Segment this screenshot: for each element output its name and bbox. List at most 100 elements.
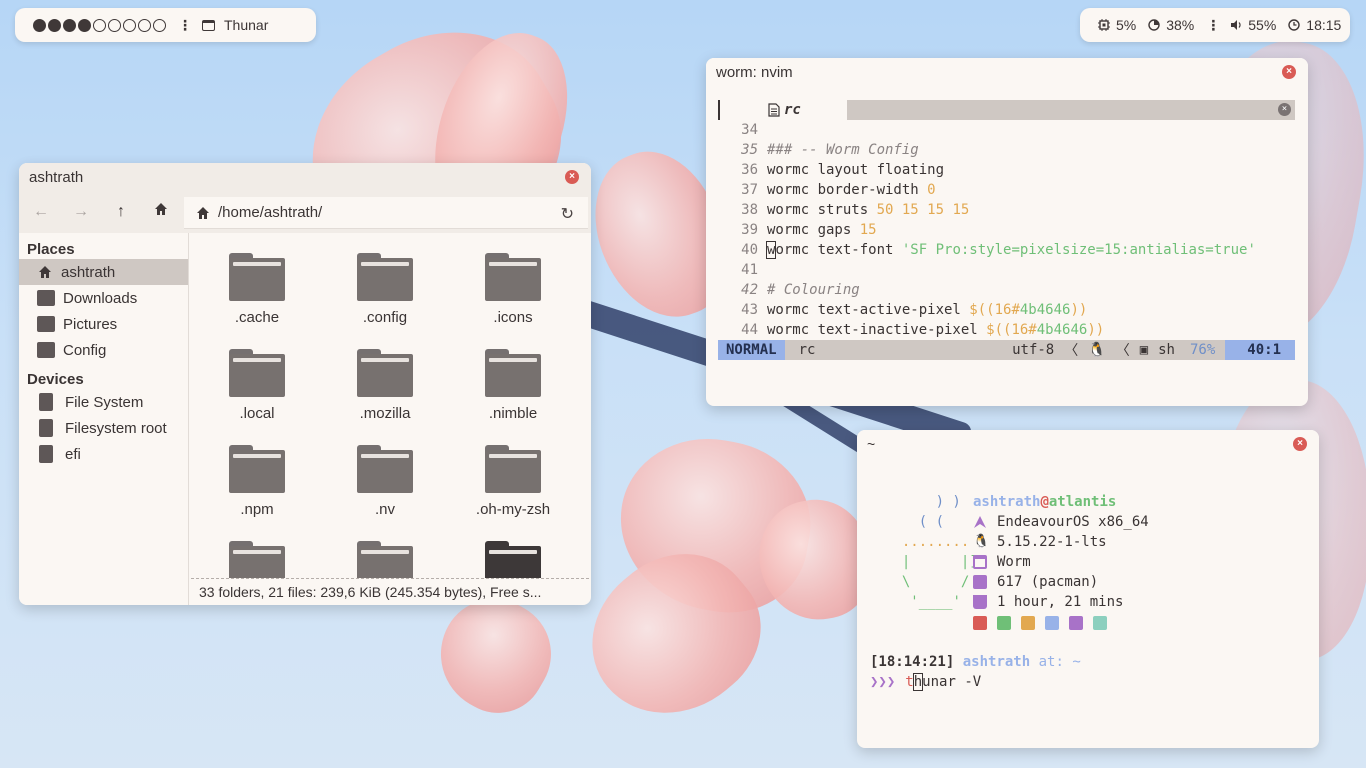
statusline: NORMAL rc utf-8 〈 🐧 〈 ▣ sh 76% 40:1 — [718, 340, 1295, 360]
sidebar-item-efi[interactable]: efi — [19, 441, 188, 467]
code-line: 34 — [741, 122, 758, 138]
folder-item[interactable]: .cache — [197, 235, 317, 331]
folder-item[interactable]: .mozilla — [325, 331, 445, 427]
code-line-current: 40 wormc text-font 'SF Pro:style=pixelsiz… — [741, 241, 1256, 259]
folder-item[interactable]: .config — [325, 235, 445, 331]
window-icon — [973, 555, 987, 569]
workspace-3[interactable] — [63, 18, 76, 32]
workspace-2[interactable] — [48, 18, 61, 32]
nvim-titlebar[interactable]: worm: nvim — [706, 58, 1308, 86]
folder-item[interactable]: .nv — [325, 427, 445, 523]
back-arrow-icon[interactable]: ← — [31, 202, 51, 222]
code-line: 39 wormc gaps 15 — [741, 222, 877, 238]
close-button[interactable]: × — [1293, 437, 1307, 451]
thunar-titlebar[interactable]: ashtrath — [19, 163, 591, 191]
scroll-percent: 76% — [1189, 342, 1216, 358]
close-button[interactable]: × — [565, 170, 579, 184]
folder-icon — [485, 349, 541, 397]
sidebar: Places ashtrath Downloads Pictures Confi… — [19, 233, 189, 605]
editor-buffer[interactable]: 34 35 ### -- Worm Config 36 wormc layout f… — [718, 120, 1296, 340]
nvim-window: worm: nvim × rc × 34 35 ### -- Worm Confi… — [706, 58, 1308, 406]
sidebar-item-home[interactable]: ashtrath — [19, 259, 188, 285]
window-icon — [202, 19, 215, 31]
location-path: /home/ashtrath/ — [218, 204, 323, 221]
volume-status[interactable]: 55% — [1230, 17, 1276, 33]
close-buffer-icon[interactable]: × — [1278, 103, 1291, 116]
kernel-row: 🐧 5.15.22-1-lts — [973, 534, 1107, 550]
folder-item[interactable]: .icons — [453, 235, 573, 331]
color-swatch — [973, 616, 987, 630]
close-button[interactable]: × — [1282, 65, 1296, 79]
location-bar[interactable]: /home/ashtrath/ ↻ — [184, 197, 588, 229]
coffee-icon — [973, 595, 987, 609]
prompt-symbol: ❯❯❯ — [870, 674, 896, 690]
uptime-row: 1 hour, 21 mins — [973, 592, 1149, 612]
code-line: 42 # Colouring — [741, 282, 860, 298]
terminal-titlebar[interactable]: ~ — [857, 430, 1319, 458]
sidebar-item-pictures[interactable]: Pictures — [19, 311, 188, 337]
workspace-1[interactable] — [33, 18, 46, 32]
thunar-window: ashtrath × ← → ↑ /home/ashtrath/ ↻ Place… — [19, 163, 591, 605]
workspace-indicators[interactable] — [33, 18, 166, 32]
code-line: 35 ### -- Worm Config — [741, 142, 919, 158]
speaker-icon — [1230, 19, 1242, 31]
workspace-4[interactable] — [78, 18, 91, 32]
terminal-icon: ▣ — [1139, 342, 1149, 358]
status-bar: 5% 38% ⋮ 55% 18:15 — [1080, 8, 1350, 42]
home-icon — [37, 265, 53, 279]
eject-drive-icon — [39, 445, 53, 463]
color-swatch — [1093, 616, 1107, 630]
code-line: 38 wormc struts 50 15 15 15 — [741, 202, 970, 218]
buffer-tab[interactable]: rc — [768, 100, 801, 120]
nvim-title: worm: nvim — [716, 63, 793, 81]
home-icon[interactable] — [151, 202, 171, 222]
folder-icon — [485, 541, 541, 578]
fetch-info: ashtrath @ atlantis EndeavourOS x86_64 🐧 5… — [973, 492, 1149, 632]
file-icon — [768, 103, 780, 117]
sidebar-item-file-system[interactable]: File System — [19, 389, 188, 415]
workspace-8[interactable] — [138, 18, 151, 32]
linux-icon: 🐧 — [1088, 342, 1106, 358]
color-swatch — [1069, 616, 1083, 630]
folder-item[interactable] — [453, 523, 573, 578]
folder-icon — [37, 342, 55, 358]
linux-icon: 🐧 — [973, 534, 990, 549]
folder-icon — [229, 541, 285, 578]
code-line: 37 wormc border-width 0 — [741, 182, 936, 198]
workspace-6[interactable] — [108, 18, 121, 32]
folder-item[interactable]: .npm — [197, 427, 317, 523]
sidebar-item-filesystem-root[interactable]: Filesystem root — [19, 415, 188, 441]
folder-icon — [229, 253, 285, 301]
workspace-7[interactable] — [123, 18, 136, 32]
color-swatch — [1045, 616, 1059, 630]
color-swatch — [1021, 616, 1035, 630]
cursor-marker — [718, 100, 720, 120]
code-line: 36 wormc layout floating — [741, 162, 945, 178]
sidebar-item-config[interactable]: Config — [19, 337, 188, 363]
folder-item[interactable]: .local — [197, 331, 317, 427]
folder-icon — [357, 253, 413, 301]
color-swatch — [997, 616, 1011, 630]
folder-item[interactable]: .nimble — [453, 331, 573, 427]
up-arrow-icon[interactable]: ↑ — [111, 202, 131, 222]
folder-item[interactable] — [325, 523, 445, 578]
memory-status: 38% — [1148, 17, 1194, 33]
thunar-toolbar: ← → ↑ /home/ashtrath/ ↻ — [19, 191, 591, 233]
folder-item[interactable] — [197, 523, 317, 578]
workspace-9[interactable] — [153, 18, 166, 32]
folder-icon — [357, 349, 413, 397]
sidebar-item-downloads[interactable]: Downloads — [19, 285, 188, 311]
folder-item[interactable]: .oh-my-zsh — [453, 427, 573, 523]
reload-icon[interactable]: ↻ — [561, 204, 574, 224]
shell-prompt[interactable]: [18:14:21] ashtrath at: ~ ❯❯❯ thunar -V — [870, 652, 1081, 692]
pictures-folder-icon — [37, 316, 55, 332]
active-window-title: Thunar — [224, 17, 269, 33]
forward-arrow-icon[interactable]: → — [71, 202, 91, 222]
command-input[interactable]: thunar -V — [905, 673, 981, 691]
file-grid: .cache .config .icons .local .mozilla .n… — [191, 235, 589, 579]
command-line[interactable]: ❯❯❯ thunar -V — [870, 672, 1081, 692]
filetype: sh — [1158, 342, 1175, 358]
cursor-position: 40:1 — [1225, 340, 1295, 360]
package-icon — [973, 575, 987, 589]
workspace-5[interactable] — [93, 18, 106, 32]
